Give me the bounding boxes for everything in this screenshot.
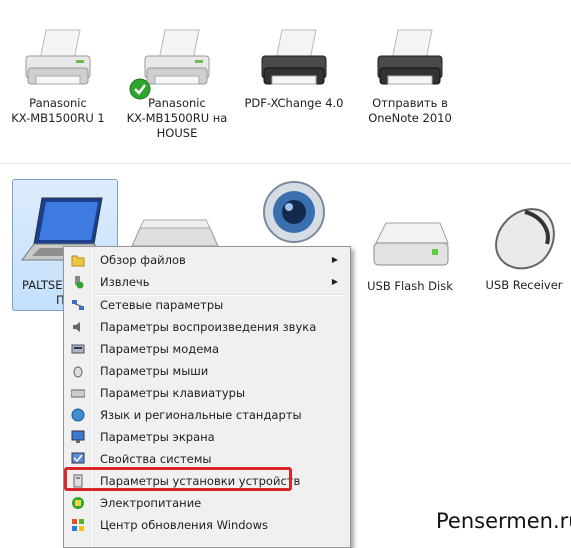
menu-item-sound[interactable]: Параметры воспроизведения звука	[66, 316, 348, 338]
device-disk-drive[interactable]	[130, 218, 220, 248]
webcam-icon	[263, 181, 325, 243]
display-icon	[71, 430, 85, 443]
device-label: KX-MB1500RU 1	[11, 111, 105, 125]
printer-pdf-xchange[interactable]: PDF-XChange 4.0	[242, 26, 346, 111]
menu-item-label: Центр обновления Windows	[100, 518, 268, 532]
eject-icon	[75, 276, 84, 289]
menu-item-label: Параметры воспроизведения звука	[100, 320, 317, 334]
speaker-icon	[73, 322, 80, 332]
menu-item-region[interactable]: Язык и региональные стандарты	[66, 404, 348, 426]
printer-panasonic-1[interactable]: Panasonic KX-MB1500RU 1	[8, 26, 108, 126]
device-label: Panasonic	[29, 96, 87, 110]
submenu-arrow-icon: ▶	[331, 255, 338, 264]
usb-flash-icon	[373, 222, 449, 266]
device-webcam[interactable]	[262, 180, 326, 246]
mouse-device-icon	[495, 208, 555, 270]
modem-icon	[71, 344, 85, 354]
keyboard-icon	[71, 389, 85, 398]
menu-item-display[interactable]: Параметры экрана	[66, 426, 348, 448]
device-usb-flash[interactable]: USB Flash Disk	[358, 215, 462, 294]
device-label: PDF-XChange 4.0	[244, 96, 344, 110]
menu-item-label: Параметры модема	[100, 342, 219, 356]
printer-panasonic-house[interactable]: Panasonic KX-MB1500RU на HOUSE	[121, 26, 233, 141]
mouse-icon	[73, 366, 83, 378]
power-icon	[72, 497, 84, 509]
menu-item-browse-files[interactable]: Обзор файлов ▶	[66, 249, 348, 271]
device-label: OneNote 2010	[368, 111, 452, 125]
menu-item-label: Параметры мыши	[100, 364, 209, 378]
menu-item-mouse[interactable]: Параметры мыши	[66, 360, 348, 382]
device-label: Отправить в	[372, 96, 448, 110]
section-divider	[0, 163, 571, 164]
printer-icon	[377, 29, 443, 85]
menu-item-label: Извлечь	[100, 275, 150, 289]
device-label: USB Receiver	[485, 278, 563, 292]
device-label: USB Flash Disk	[367, 279, 453, 293]
menu-item-label: Параметры клавиатуры	[100, 386, 246, 400]
globe-icon	[71, 408, 85, 422]
device-usb-receiver[interactable]: USB Receiver	[476, 200, 571, 293]
menu-item-keyboard[interactable]: Параметры клавиатуры	[66, 382, 348, 404]
menu-item-label: Параметры экрана	[100, 430, 215, 444]
menu-item-label: Обзор файлов	[100, 253, 186, 267]
menu-item-modem[interactable]: Параметры модема	[66, 338, 348, 360]
printer-icon	[261, 29, 327, 85]
submenu-arrow-icon: ▶	[331, 277, 338, 286]
menu-item-network[interactable]: Сетевые параметры	[66, 294, 348, 316]
context-menu: Обзор файлов ▶ Извлечь ▶ Сетевые парамет…	[63, 246, 351, 548]
device-label: HOUSE	[156, 126, 198, 140]
device-label: KX-MB1500RU на	[126, 111, 228, 125]
menu-item-eject[interactable]: Извлечь ▶	[66, 271, 348, 293]
network-icon	[72, 300, 84, 310]
menu-item-power[interactable]: Электропитание	[66, 492, 348, 514]
system-icon	[71, 452, 85, 464]
printer-icon	[25, 29, 91, 85]
windows-update-icon	[72, 519, 84, 531]
menu-item-windows-update[interactable]: Центр обновления Windows	[66, 514, 348, 536]
menu-item-label: Электропитание	[100, 496, 202, 510]
default-check-icon	[129, 78, 151, 100]
menu-item-label: Язык и региональные стандарты	[100, 408, 302, 422]
printer-onenote[interactable]: Отправить в OneNote 2010	[358, 26, 462, 126]
drive-icon	[131, 219, 219, 247]
highlight-annotation	[64, 467, 292, 491]
folder-icon	[71, 255, 85, 267]
menu-item-label: Сетевые параметры	[100, 298, 224, 312]
watermark: Pensermen.ru	[436, 509, 571, 533]
